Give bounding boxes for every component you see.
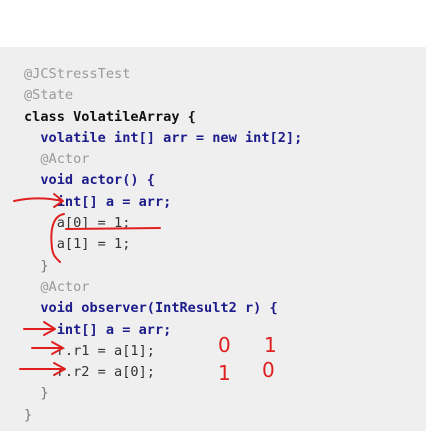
code-line: @JCStressTest [24, 66, 131, 82]
code-line: int[] a = arr; [24, 193, 172, 210]
code-line: } [24, 257, 49, 274]
code-line: @Actor [24, 278, 90, 295]
code-line: a[0] = 1; [24, 215, 131, 232]
code-line: int[] a = arr; [24, 321, 172, 338]
code-line: volatile int[] arr = new int[2]; [24, 129, 303, 146]
code-line: class VolatileArray { [24, 108, 196, 125]
code-line: @State [24, 87, 74, 104]
code-line: void observer(IntResult2 r) { [24, 300, 278, 317]
code-line: a[1] = 1; [24, 236, 131, 253]
code-line: r.r2 = a[0]; [24, 364, 155, 381]
code-block: @JCStressTest @State class VolatileArray {… [24, 64, 302, 426]
code-line: @Actor [24, 151, 90, 168]
code-line: void actor() { [24, 172, 155, 189]
code-line: r.r1 = a[1]; [24, 342, 155, 359]
code-line: } [24, 406, 33, 423]
code-line: } [24, 385, 49, 402]
